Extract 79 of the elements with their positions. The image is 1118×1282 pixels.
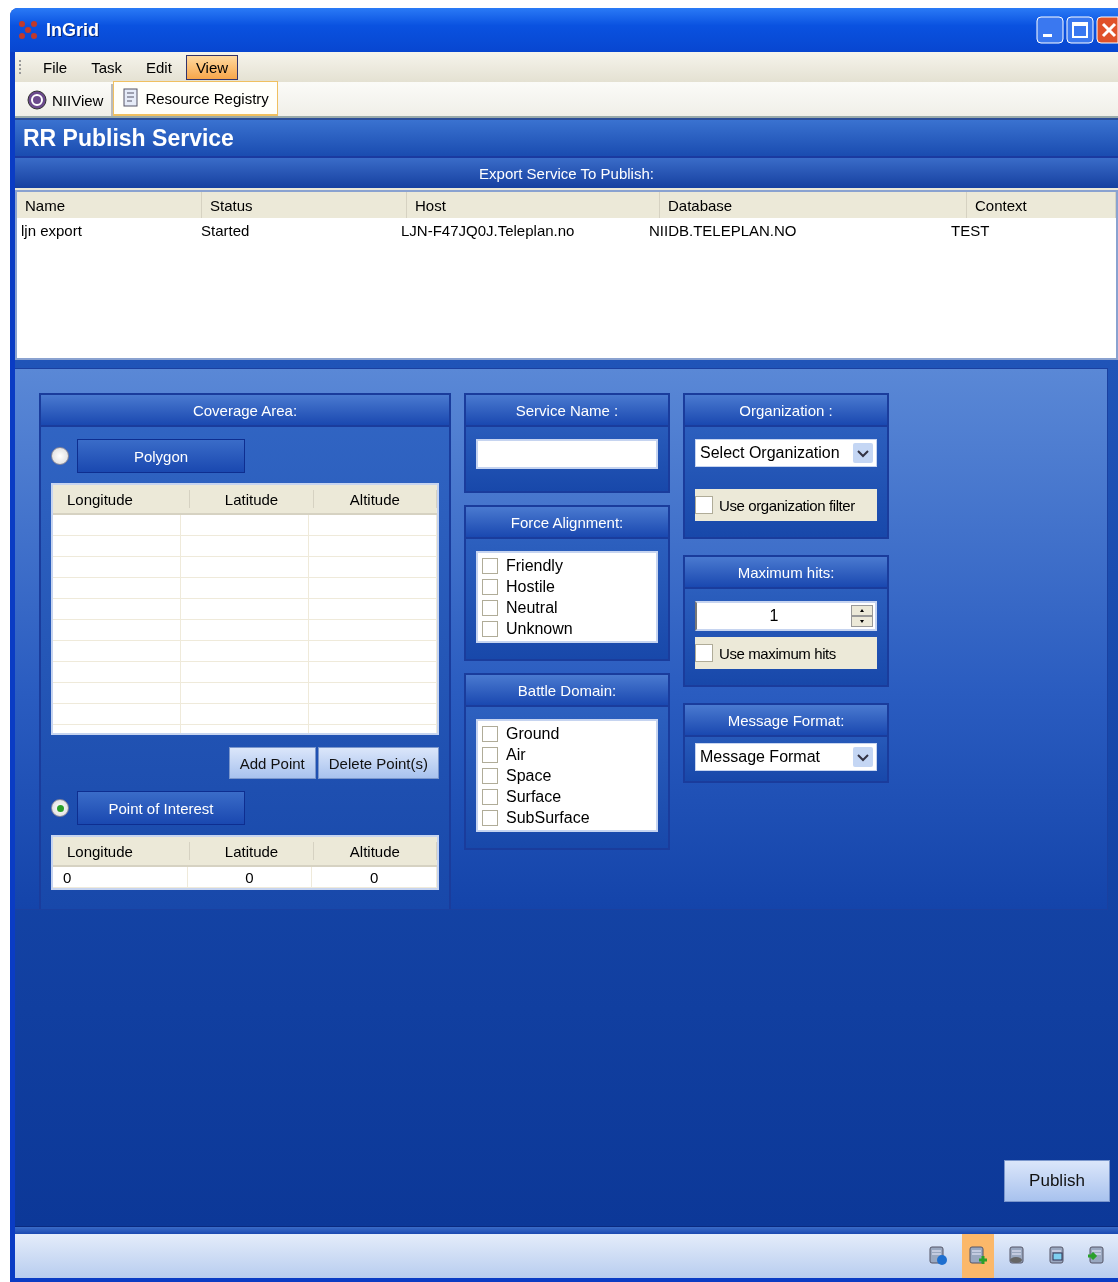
- checkbox-label: Unknown: [506, 619, 573, 638]
- chevron-down-icon: [853, 747, 873, 767]
- checkbox-label: SubSurface: [506, 808, 590, 827]
- panel-title: Message Format:: [685, 705, 887, 737]
- menu-item[interactable]: File: [33, 54, 78, 80]
- checkbox-label: Use maximum hits: [719, 644, 836, 662]
- checkbox-label: Surface: [506, 787, 562, 806]
- table-cell-text: ljn export: [20, 221, 83, 239]
- polygon-button[interactable]: Polygon: [77, 439, 245, 473]
- column-header[interactable]: Status: [202, 192, 407, 218]
- column-header[interactable]: Longitude: [53, 490, 191, 508]
- hits-spinner[interactable]: 1: [695, 601, 877, 631]
- checkbox[interactable]: [695, 496, 713, 514]
- checkbox-label: Use organization filter: [719, 496, 855, 514]
- column-header[interactable]: Altitude: [313, 490, 437, 508]
- app-icon: [18, 20, 38, 40]
- column-header[interactable]: Latitude: [190, 842, 314, 860]
- table-cell-text: Started: [200, 221, 251, 239]
- message-format-dropdown[interactable]: Message Format: [695, 743, 877, 771]
- service-name-field[interactable]: [476, 439, 658, 469]
- menu-item[interactable]: View: [185, 54, 239, 80]
- panel-title: Battle Domain:: [466, 675, 668, 707]
- section-header: Export Service To Publish:: [15, 156, 1118, 188]
- radio-button[interactable]: [51, 447, 69, 465]
- point-of-interest-button[interactable]: Point of Interest: [77, 791, 245, 825]
- splitter-handle[interactable]: [15, 1226, 1118, 1234]
- table-cell: 0: [187, 867, 313, 887]
- table-cell: 0: [53, 867, 188, 887]
- checkbox-label: Space: [506, 766, 552, 785]
- column-header[interactable]: Context: [967, 192, 1116, 218]
- checkbox-label: Hostile: [506, 577, 555, 596]
- checkbox[interactable]: [482, 725, 498, 742]
- column-header[interactable]: Longitude: [53, 842, 191, 860]
- checkbox[interactable]: [482, 620, 498, 637]
- checkbox[interactable]: [482, 557, 498, 574]
- column-header[interactable]: Host: [407, 192, 660, 218]
- organization-dropdown[interactable]: Select Organization: [695, 439, 877, 467]
- column-header[interactable]: Database: [660, 192, 967, 218]
- checkbox[interactable]: [482, 578, 498, 595]
- minimize-button[interactable]: [1036, 16, 1064, 44]
- checkbox[interactable]: [482, 746, 498, 763]
- checkbox[interactable]: [482, 788, 498, 805]
- document-icon: [122, 88, 141, 108]
- circle-icon: [27, 90, 47, 110]
- panel-title: Maximum hits:: [685, 557, 887, 589]
- page-title: RR Publish Service: [15, 118, 1118, 156]
- window-title: InGrid: [46, 19, 99, 41]
- view-tab[interactable]: Resource Registry: [113, 81, 278, 116]
- checkbox-label: Friendly: [506, 556, 563, 575]
- checkbox[interactable]: [482, 599, 498, 616]
- radio-button[interactable]: [51, 799, 69, 817]
- checkbox-label: Neutral: [506, 598, 558, 617]
- checkbox-label: Ground: [506, 724, 560, 743]
- column-header[interactable]: Name: [17, 192, 202, 218]
- menu-item[interactable]: Edit: [136, 54, 182, 80]
- spin-arrows-icon: [851, 605, 873, 627]
- close-button[interactable]: [1096, 16, 1118, 44]
- point-button[interactable]: Add Point: [228, 747, 316, 779]
- checkbox-label: Air: [506, 745, 526, 764]
- table-cell-text: LJN-F47JQ0J.Teleplan.no: [400, 221, 576, 239]
- point-button[interactable]: Delete Point(s): [317, 747, 439, 779]
- panel-title: Service Name :: [466, 395, 668, 427]
- panel-title: Organization :: [685, 395, 887, 427]
- table-cell: 0: [312, 867, 437, 887]
- publish-button[interactable]: Publish: [1004, 1160, 1110, 1202]
- panel-title: Coverage Area:: [41, 395, 449, 427]
- menu-item[interactable]: Task: [81, 54, 132, 80]
- menu-grip: [19, 60, 23, 74]
- panel-title: Force Alignment:: [466, 507, 668, 539]
- checkbox[interactable]: [482, 767, 498, 784]
- database-add-icon[interactable]: [962, 1234, 994, 1278]
- table-cell-text: TEST: [950, 221, 991, 239]
- table-cell-text: NIIDB.TELEPLAN.NO: [648, 221, 798, 239]
- column-header[interactable]: Latitude: [190, 490, 314, 508]
- checkbox[interactable]: [482, 809, 498, 826]
- checkbox[interactable]: [695, 644, 713, 662]
- maximize-button[interactable]: [1066, 16, 1094, 44]
- column-header[interactable]: Altitude: [313, 842, 437, 860]
- chevron-down-icon: [853, 443, 873, 463]
